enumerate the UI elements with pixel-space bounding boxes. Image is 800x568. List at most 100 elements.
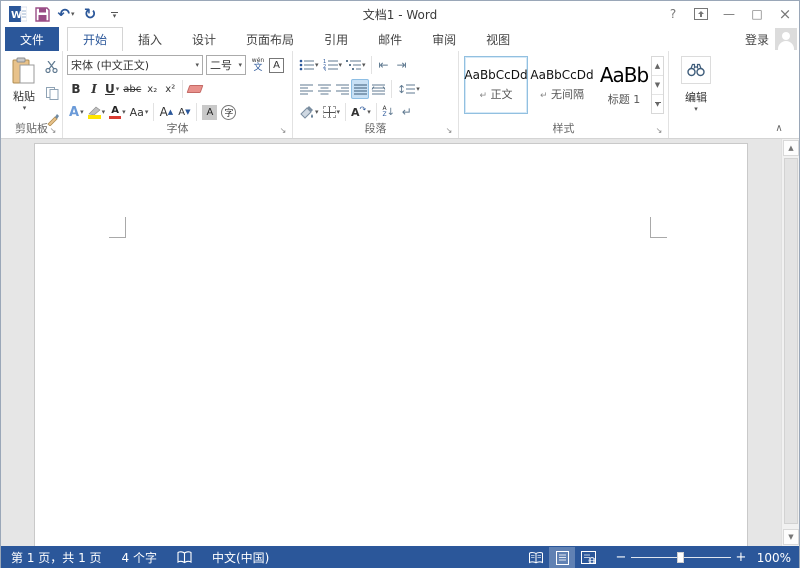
character-shading-button[interactable]: A <box>200 102 219 122</box>
minimize-button[interactable]: — <box>715 3 743 25</box>
enclose-characters-button[interactable]: 字 <box>219 102 238 122</box>
align-left-button[interactable] <box>297 79 315 99</box>
show-hide-marks-button[interactable]: ↵ <box>398 102 416 122</box>
scroll-up-button[interactable]: ▲ <box>783 140 799 156</box>
collapse-ribbon-button[interactable]: ∧ <box>769 123 789 134</box>
font-name-dropdown[interactable]: ▾ <box>195 61 199 69</box>
tab-mailings[interactable]: 邮件 <box>363 27 417 51</box>
copy-button[interactable] <box>43 83 61 103</box>
font-color-button[interactable]: A▾ <box>107 102 128 122</box>
web-layout-button[interactable] <box>575 547 601 568</box>
vertical-scrollbar[interactable]: ▲ ▼ <box>781 139 799 546</box>
undo-dropdown[interactable]: ▾ <box>71 10 75 18</box>
read-mode-button[interactable] <box>523 547 549 568</box>
bullets-button[interactable]: ▾ <box>297 55 321 75</box>
qat-customize-button[interactable]: ▾ <box>105 5 123 25</box>
distributed-button[interactable] <box>369 79 388 99</box>
increase-indent-button[interactable]: ⇥ <box>393 55 411 75</box>
font-size-combobox[interactable]: 二号▾ <box>206 55 246 75</box>
styles-scroll-up[interactable]: ▲ <box>652 57 663 76</box>
editing-group-button[interactable]: 编辑 <box>669 89 723 105</box>
superscript-button[interactable]: x² <box>161 79 179 99</box>
tab-insert[interactable]: 插入 <box>123 27 177 51</box>
document-page[interactable] <box>34 143 748 546</box>
styles-scroll-down[interactable]: ▼ <box>652 76 663 95</box>
save-button[interactable] <box>33 4 51 24</box>
title-bar: W ↶▾ ↻ ▾ 文档1 - Word ? — □ × <box>1 1 799 27</box>
paste-button[interactable]: 粘贴 ▾ <box>7 56 41 120</box>
paste-dropdown[interactable]: ▾ <box>23 104 27 112</box>
style-heading-1[interactable]: AaBb 标题 1 <box>596 56 652 114</box>
print-layout-button[interactable] <box>549 547 575 568</box>
align-center-button[interactable] <box>315 79 333 99</box>
change-case-button[interactable]: Aa▾ <box>128 102 151 122</box>
text-effects-button[interactable]: A▾ <box>67 102 86 122</box>
style-no-spacing[interactable]: AaBbCcDd ↵ 无间隔 <box>530 56 594 114</box>
avatar[interactable] <box>775 28 797 50</box>
tab-design[interactable]: 设计 <box>177 27 231 51</box>
asian-layout-button[interactable]: A↷▾ <box>349 102 373 122</box>
help-button[interactable]: ? <box>659 3 687 25</box>
redo-button[interactable]: ↻ <box>81 4 99 24</box>
scrollbar-thumb[interactable] <box>784 158 798 524</box>
character-border-button[interactable]: A <box>267 55 286 75</box>
zoom-in-button[interactable]: + <box>733 550 749 565</box>
close-button[interactable]: × <box>771 3 799 25</box>
tab-home[interactable]: 开始 <box>67 27 123 51</box>
zoom-out-button[interactable]: − <box>613 550 629 565</box>
underline-dropdown[interactable]: ▾ <box>116 85 120 93</box>
page-number-status[interactable]: 第 1 页，共 1 页 <box>1 546 112 568</box>
styles-more-button[interactable]: ▼ <box>652 95 663 113</box>
tab-review[interactable]: 审阅 <box>417 27 471 51</box>
sort-button[interactable]: AZ↓ <box>380 102 398 122</box>
font-group-label: 字体 <box>63 120 292 136</box>
multilevel-list-button[interactable]: ▾ <box>344 55 368 75</box>
grow-font-button[interactable]: A▲ <box>157 102 175 122</box>
maximize-button[interactable]: □ <box>743 3 771 25</box>
tab-file[interactable]: 文件 <box>5 27 59 51</box>
align-right-button[interactable] <box>333 79 351 99</box>
word-count-status[interactable]: 4 个字 <box>112 546 167 568</box>
clipboard-dialog-launcher[interactable]: ↘ <box>48 125 58 135</box>
styles-dialog-launcher[interactable]: ↘ <box>654 125 664 135</box>
underline-button[interactable]: U▾ <box>103 79 121 99</box>
line-spacing-button[interactable]: ↕▾ <box>395 79 422 99</box>
borders-button[interactable]: ▾ <box>321 102 343 122</box>
clear-formatting-button[interactable] <box>186 79 204 99</box>
scroll-down-button[interactable]: ▼ <box>783 529 799 545</box>
numbering-button[interactable]: 123▾ <box>321 55 345 75</box>
language-status[interactable]: 中文(中国) <box>202 546 279 568</box>
tab-view[interactable]: 视图 <box>471 27 525 51</box>
undo-button[interactable]: ↶▾ <box>57 4 75 24</box>
style-normal[interactable]: AaBbCcDd ↵ 正文 <box>464 56 528 114</box>
align-left-icon <box>300 84 313 95</box>
shrink-font-button[interactable]: A▼ <box>175 102 193 122</box>
font-size-dropdown[interactable]: ▾ <box>238 61 242 69</box>
proofing-status[interactable] <box>167 546 202 568</box>
strikethrough-button[interactable]: abc <box>121 79 143 99</box>
editing-dropdown[interactable]: ▾ <box>669 105 723 113</box>
shading-button[interactable]: ▾ <box>297 102 321 122</box>
document-area[interactable]: ▲ ▼ <box>1 139 799 546</box>
decrease-indent-button[interactable]: ⇤ <box>375 55 393 75</box>
italic-button[interactable]: I <box>85 79 103 99</box>
subscript-button[interactable]: x₂ <box>143 79 161 99</box>
zoom-slider-thumb[interactable] <box>677 552 684 563</box>
highlight-button[interactable]: ▾ <box>86 102 108 122</box>
font-dialog-launcher[interactable]: ↘ <box>278 125 288 135</box>
font-name-combobox[interactable]: 宋体 (中文正文)▾ <box>67 55 203 75</box>
eraser-icon <box>187 85 204 93</box>
bold-button[interactable]: B <box>67 79 85 99</box>
sign-in-button[interactable]: 登录 <box>745 31 769 48</box>
justify-button[interactable] <box>351 79 369 99</box>
tab-page-layout[interactable]: 页面布局 <box>231 27 309 51</box>
zoom-percentage[interactable]: 100% <box>749 551 791 565</box>
zoom-slider[interactable] <box>631 547 731 568</box>
window-controls: ? — □ × <box>659 3 799 25</box>
paragraph-dialog-launcher[interactable]: ↘ <box>444 125 454 135</box>
cut-button[interactable] <box>43 57 61 77</box>
phonetic-guide-button[interactable]: wén文 <box>249 55 267 75</box>
ribbon-display-options-button[interactable] <box>687 3 715 25</box>
tab-references[interactable]: 引用 <box>309 27 363 51</box>
find-button[interactable] <box>681 56 711 84</box>
